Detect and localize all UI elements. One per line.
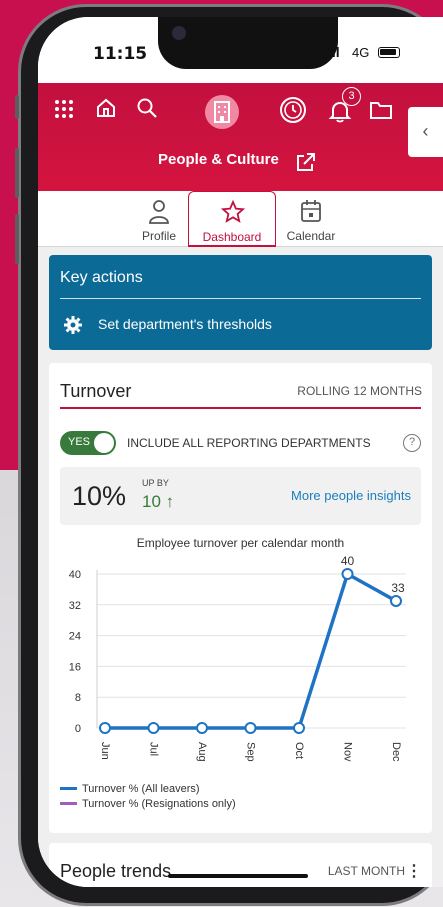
y-tick-label: 32 xyxy=(69,600,81,612)
x-tick-label: Oct xyxy=(293,742,305,759)
series-line xyxy=(105,572,397,730)
help-icon[interactable]: ? xyxy=(403,434,421,452)
home-icon[interactable] xyxy=(95,97,117,119)
tab-calendar[interactable]: Calendar xyxy=(282,191,340,247)
external-link-icon[interactable] xyxy=(296,152,316,172)
stat-value: 10% xyxy=(72,481,127,511)
gear-icon xyxy=(64,316,82,334)
y-tick-label: 0 xyxy=(75,723,81,735)
battery-icon xyxy=(378,47,400,58)
collapse-panel-button[interactable]: ‹ xyxy=(408,107,443,157)
data-point xyxy=(196,722,208,734)
toggle-label: YES xyxy=(68,436,91,448)
key-actions-card: Key actions Set department's thresholds xyxy=(49,255,432,350)
page-title: People & Culture xyxy=(158,151,279,168)
tab-label: Profile xyxy=(141,229,176,243)
legend-label: Turnover % (Resignations only) xyxy=(82,798,236,810)
data-label: 33 xyxy=(391,581,405,595)
data-label: 40 xyxy=(341,554,355,568)
data-point xyxy=(244,722,257,734)
tab-bar: Profile Dashboard Calendar xyxy=(38,191,443,248)
card-divider xyxy=(60,407,421,409)
calendar-icon xyxy=(301,200,321,222)
x-tick-label: Jul xyxy=(148,742,160,756)
toggle-knob xyxy=(94,433,114,453)
status-bar: 11:15 ıll 4G xyxy=(38,17,443,83)
include-departments-toggle[interactable]: YES xyxy=(60,431,116,455)
phone-screen: 11:15 ıll 4G 3 ‹ People & Culture Profil… xyxy=(38,17,443,887)
people-insights-link[interactable]: More people insights xyxy=(291,488,411,503)
data-point xyxy=(99,722,111,734)
y-tick-label: 24 xyxy=(69,631,81,643)
legend-item: Turnover % (Resignations only) xyxy=(60,798,236,813)
camera-icon xyxy=(172,26,186,40)
notification-badge: 3 xyxy=(342,87,361,106)
legend-swatch xyxy=(60,801,77,805)
notch xyxy=(158,17,338,69)
include-departments-label: INCLUDE ALL REPORTING DEPARTMENTS xyxy=(127,436,371,450)
y-tick-label: 16 xyxy=(69,661,81,673)
network-label: 4G xyxy=(352,45,370,60)
tab-profile[interactable]: Profile xyxy=(135,191,183,247)
key-actions-title: Key actions xyxy=(60,269,143,286)
chart-legend: Turnover % (All leavers) Turnover % (Res… xyxy=(60,783,236,813)
grid-icon[interactable] xyxy=(54,99,74,119)
data-point xyxy=(390,594,402,607)
y-tick-label: 8 xyxy=(75,692,81,704)
legend-item: Turnover % (All leavers) xyxy=(60,783,236,798)
stat-change: 10 ↑ xyxy=(142,492,175,511)
folder-icon[interactable] xyxy=(369,100,393,120)
person-icon xyxy=(149,200,169,224)
x-tick-label: Sep xyxy=(245,742,257,762)
x-tick-label: Nov xyxy=(342,742,354,762)
card-period: ROLLING 12 MONTHS xyxy=(297,384,422,398)
turnover-stat: 10% UP BY 10 ↑ More people insights xyxy=(60,467,421,525)
side-button xyxy=(15,95,19,119)
stat-change-label: UP BY xyxy=(142,478,169,488)
star-icon xyxy=(221,200,245,223)
x-tick-label: Jun xyxy=(99,742,111,760)
data-point xyxy=(147,722,160,734)
card-period[interactable]: LAST MONTH xyxy=(328,864,405,878)
card-title: Turnover xyxy=(60,381,132,401)
legend-label: Turnover % (All leavers) xyxy=(82,783,200,795)
clock-icon[interactable] xyxy=(279,96,307,124)
volume-up-button xyxy=(15,148,19,198)
legend-swatch xyxy=(60,786,77,790)
home-indicator xyxy=(168,874,308,878)
divider xyxy=(60,298,421,299)
search-icon[interactable] xyxy=(136,97,158,119)
x-tick-label: Aug xyxy=(196,742,208,762)
y-tick-label: 40 xyxy=(69,569,81,581)
tab-dashboard[interactable]: Dashboard xyxy=(188,191,276,248)
tab-label: Calendar xyxy=(286,229,336,243)
more-menu-icon[interactable]: ⋮ xyxy=(406,861,422,881)
turnover-line-chart: 0 8 16 24 32 40 Jun Jul Aug Sep Oct Nov Dec 40 33 xyxy=(69,554,406,762)
x-tick-label: Dec xyxy=(390,742,402,762)
signal-icon: ıll xyxy=(328,44,340,60)
action-label: Set department's thresholds xyxy=(98,316,272,332)
chart-title: Employee turnover per calendar month xyxy=(136,536,345,550)
volume-down-button xyxy=(15,214,19,264)
status-time: 11:15 xyxy=(93,44,148,64)
turnover-card: Turnover ROLLING 12 MONTHS YES INCLUDE A… xyxy=(49,363,432,833)
dashboard-content: Key actions Set department's thresholds … xyxy=(38,247,443,887)
data-point xyxy=(341,568,354,580)
card-title: People trends xyxy=(60,861,172,881)
data-point xyxy=(293,722,305,734)
building-icon[interactable] xyxy=(213,101,231,123)
tab-label: Dashboard xyxy=(202,230,262,244)
people-trends-card: People trends LAST MONTH ⋮ xyxy=(49,843,432,887)
